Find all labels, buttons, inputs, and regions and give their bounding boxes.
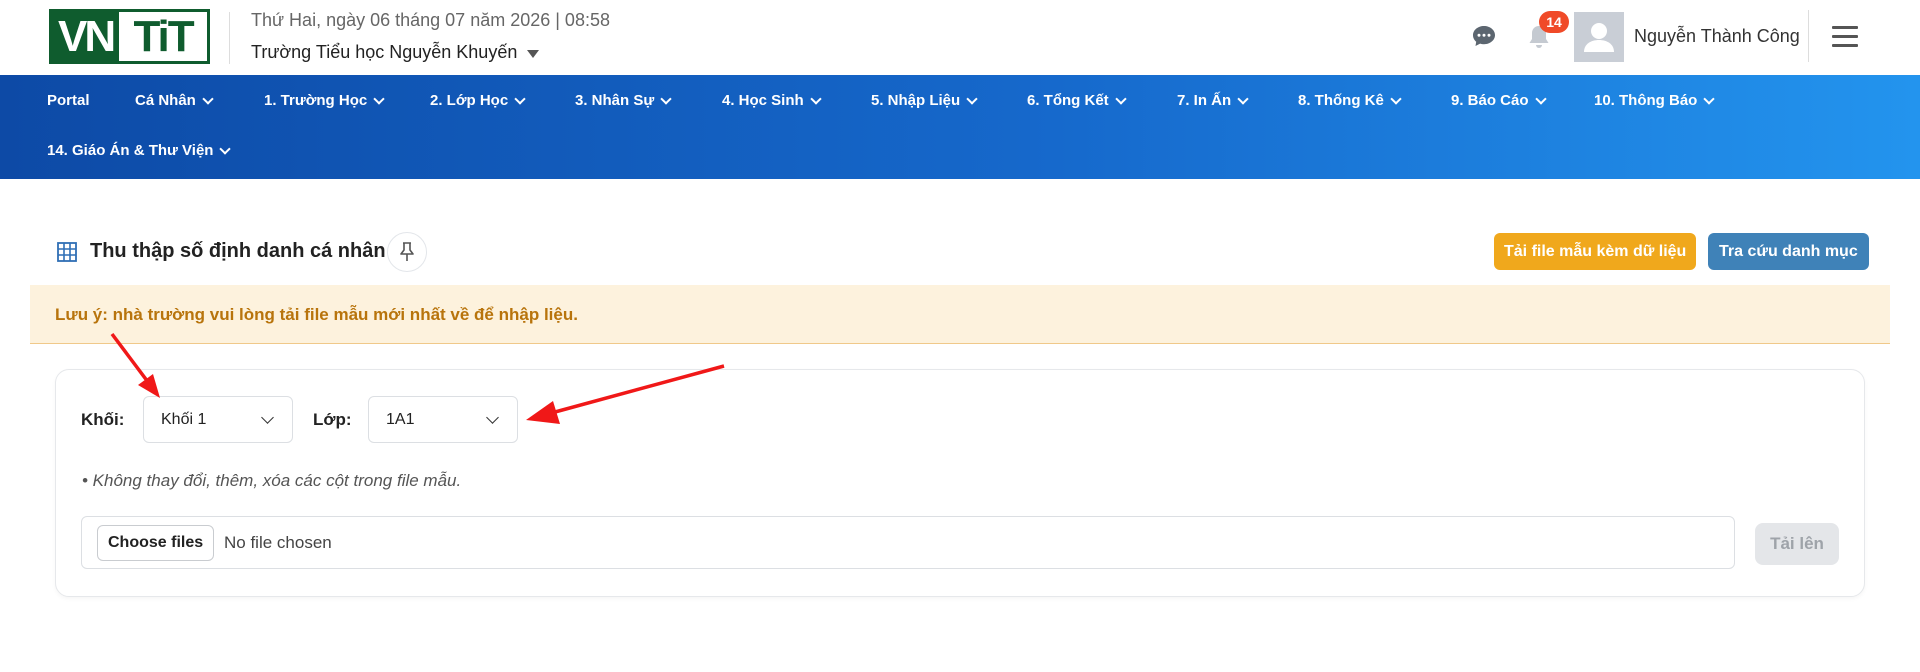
chevron-down-icon — [486, 411, 499, 424]
nav-item-in-an[interactable]: 7. In Ấn — [1177, 92, 1249, 109]
nav-label: 9. Báo Cáo — [1451, 92, 1529, 109]
hamburger-menu-icon[interactable] — [1832, 26, 1858, 48]
nav-item-truong-hoc[interactable]: 1. Trường Học — [264, 92, 385, 109]
download-template-button[interactable]: Tải file mẫu kèm dữ liệu — [1494, 233, 1697, 270]
current-date: Thứ Hai, ngày 06 tháng 07 năm 2026 | 08:… — [251, 10, 610, 30]
class-label: Lớp: — [313, 410, 352, 429]
nav-item-ca-nhan[interactable]: Cá Nhân — [135, 92, 214, 109]
chevron-down-icon — [660, 92, 672, 105]
nav-label: 4. Học Sinh — [722, 92, 804, 109]
chevron-down-icon — [810, 92, 822, 105]
nav-item-nhap-lieu[interactable]: 5. Nhập Liệu — [871, 92, 978, 109]
chevron-down-icon — [1534, 92, 1547, 105]
menu-bar — [1832, 35, 1858, 38]
nav-label: 5. Nhập Liệu — [871, 92, 961, 109]
nav-label: Portal — [47, 92, 90, 109]
chevron-down-icon — [1237, 92, 1249, 105]
nav-item-thong-bao[interactable]: 10. Thông Báo — [1594, 92, 1716, 109]
logo-text-left: VN — [58, 12, 116, 61]
chevron-down-icon — [1703, 92, 1716, 105]
logo-text-right: TiT — [119, 12, 207, 61]
no-file-text: No file chosen — [224, 533, 332, 552]
class-select-value: 1A1 — [386, 410, 415, 428]
nav-label: 7. In Ấn — [1177, 92, 1232, 109]
nav-item-bao-cao[interactable]: 9. Báo Cáo — [1451, 92, 1547, 109]
chevron-down-icon — [219, 142, 232, 155]
top-header: VN TiT Thứ Hai, ngày 06 tháng 07 năm 202… — [0, 0, 1920, 75]
nav-item-lop-hoc[interactable]: 2. Lớp Học — [430, 92, 526, 109]
avatar[interactable] — [1574, 12, 1624, 62]
choose-files-button[interactable]: Choose files — [97, 525, 215, 561]
grade-label: Khối: — [81, 410, 125, 429]
nav-label: 10. Thông Báo — [1594, 92, 1698, 109]
menu-bar — [1832, 26, 1858, 29]
nav-item-nhan-su[interactable]: 3. Nhân Sự — [575, 92, 672, 109]
grade-select[interactable]: Khối 1 — [143, 396, 293, 443]
page-title: Thu thập số định danh cá nhân — [90, 240, 386, 262]
chat-icon[interactable] — [1472, 25, 1496, 47]
upload-button[interactable]: Tải lên — [1755, 523, 1839, 565]
chevron-down-icon — [514, 92, 526, 105]
main-navbar: Portal Cá Nhân 1. Trường Học 2. Lớp Học … — [0, 75, 1920, 179]
nav-label: 2. Lớp Học — [430, 92, 509, 109]
nav-label: 3. Nhân Sự — [575, 92, 655, 109]
lookup-catalog-button[interactable]: Tra cứu danh mục — [1708, 233, 1869, 270]
nav-label: 14. Giáo Án & Thư Viện — [47, 142, 214, 159]
nav-item-thong-ke[interactable]: 8. Thống Kê — [1298, 92, 1402, 109]
chevron-down-icon — [1115, 92, 1127, 105]
nav-label: 6. Tổng Kết — [1027, 92, 1109, 109]
nav-item-giao-an[interactable]: 14. Giáo Án & Thư Viện — [47, 142, 232, 159]
grade-select-value: Khối 1 — [161, 410, 207, 428]
class-select[interactable]: 1A1 — [368, 396, 518, 443]
vntt-logo[interactable]: VN TiT — [49, 9, 210, 64]
template-note: • Không thay đổi, thêm, xóa các cột tron… — [82, 471, 462, 490]
nav-item-hoc-sinh[interactable]: 4. Học Sinh — [722, 92, 822, 109]
nav-label: 1. Trường Học — [264, 92, 368, 109]
pin-button[interactable] — [387, 232, 427, 272]
header-divider — [229, 12, 230, 64]
user-name[interactable]: Nguyễn Thành Công — [1634, 26, 1800, 47]
nav-label: 8. Thống Kê — [1298, 92, 1384, 109]
caret-down-icon — [527, 49, 540, 58]
notification-badge: 14 — [1539, 11, 1569, 33]
file-input[interactable]: Choose files No file chosen — [81, 516, 1735, 569]
pin-icon — [400, 242, 414, 261]
chevron-down-icon — [261, 411, 274, 424]
table-grid-icon — [57, 242, 77, 262]
nav-item-portal[interactable]: Portal — [47, 92, 90, 109]
upload-card: Khối: Khối 1 Lớp: 1A1 • Không thay đổi, … — [55, 369, 1865, 597]
warning-text: Lưu ý: nhà trường vui lòng tải file mẫu … — [55, 305, 578, 324]
chevron-down-icon — [202, 92, 214, 105]
user-icon — [1584, 23, 1614, 52]
nav-label: Cá Nhân — [135, 92, 196, 109]
nav-item-tong-ket[interactable]: 6. Tổng Kết — [1027, 92, 1127, 109]
school-selector[interactable]: Trường Tiểu học Nguyễn Khuyến — [251, 42, 540, 63]
chevron-down-icon — [966, 92, 978, 105]
chevron-down-icon — [1390, 92, 1402, 105]
warning-banner: Lưu ý: nhà trường vui lòng tải file mẫu … — [30, 285, 1890, 344]
school-name: Trường Tiểu học Nguyễn Khuyến — [251, 42, 518, 62]
menu-bar — [1832, 44, 1858, 47]
chevron-down-icon — [373, 92, 385, 105]
header-divider-right — [1808, 10, 1809, 62]
